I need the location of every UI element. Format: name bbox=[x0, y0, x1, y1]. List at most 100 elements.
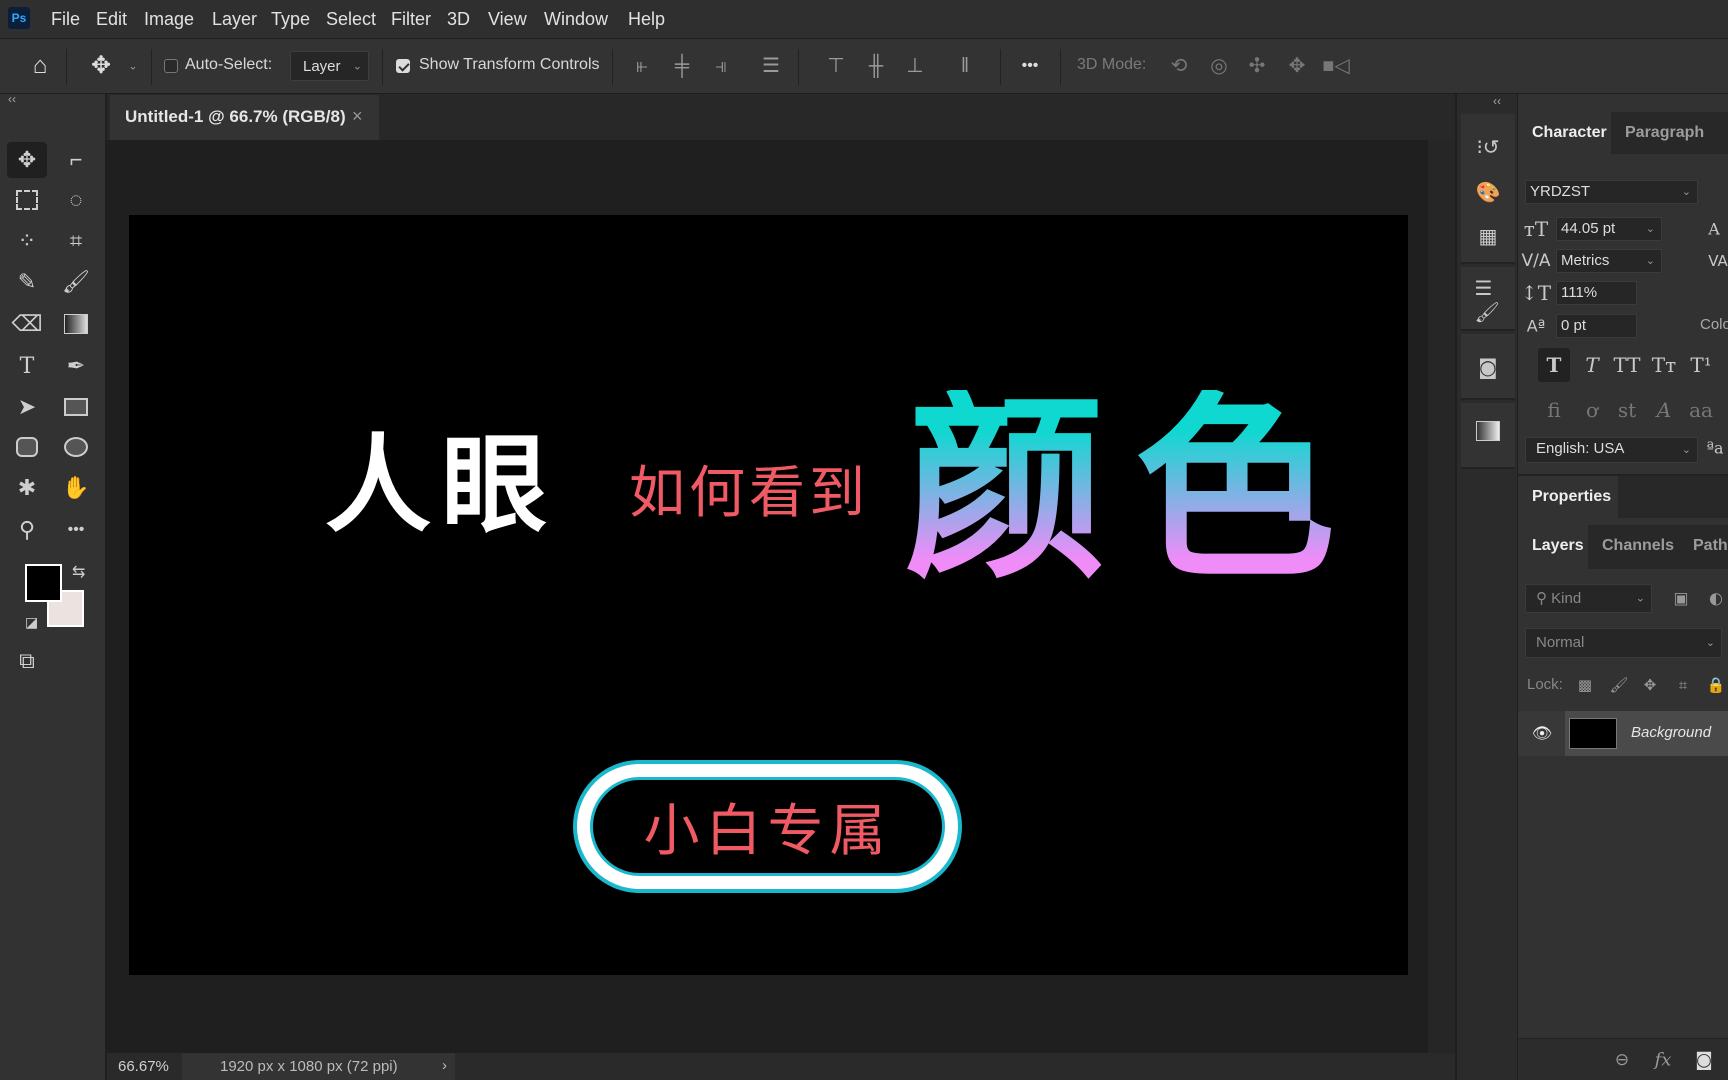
fx-icon[interactable]: fx bbox=[1655, 1050, 1672, 1071]
menu-edit[interactable]: Edit bbox=[96, 9, 127, 30]
tab-character[interactable]: Character bbox=[1518, 112, 1611, 154]
3d-slide-icon[interactable]: ✥ bbox=[1289, 56, 1306, 76]
kerning-dropdown[interactable]: Metrics ⌄ bbox=[1556, 249, 1662, 273]
3d-roll-icon[interactable]: ◎ bbox=[1210, 56, 1227, 76]
history-icon[interactable]: ⁝↺ bbox=[1476, 135, 1499, 159]
eraser-tool[interactable]: ⌫ bbox=[7, 306, 47, 342]
move-tool-icon[interactable]: ✥ bbox=[91, 54, 111, 78]
tab-paths[interactable]: Paths bbox=[1679, 525, 1728, 569]
blend-mode-dropdown[interactable]: Normal ⌄ bbox=[1525, 628, 1722, 658]
screen-mode-icon[interactable]: ⧉ bbox=[7, 643, 47, 679]
document-info-box[interactable]: 1920 px x 1080 px (72 ppi) › bbox=[182, 1053, 455, 1080]
eyedropper-tool[interactable]: ✎ bbox=[7, 264, 47, 300]
artboard-tool[interactable]: ⌐ bbox=[56, 142, 96, 178]
show-transform-checkbox[interactable] bbox=[396, 59, 410, 73]
brush-settings-icon[interactable]: ☰🖌 bbox=[1475, 276, 1502, 324]
lasso-tool[interactable]: ◌ bbox=[56, 182, 96, 218]
tab-properties[interactable]: Properties bbox=[1518, 476, 1618, 518]
more-tools-icon[interactable]: ••• bbox=[56, 512, 96, 548]
document-tab[interactable]: Untitled-1 @ 66.7% (RGB/8) × bbox=[110, 95, 379, 140]
camera-icon[interactable]: ◙ bbox=[1478, 355, 1497, 379]
menu-3d[interactable]: 3D bbox=[447, 9, 470, 30]
zoom-level[interactable]: 66.67% bbox=[118, 1058, 169, 1075]
anti-aliasing-icon[interactable]: ªa bbox=[1706, 439, 1723, 458]
more-options-button[interactable]: ••• bbox=[1022, 58, 1039, 74]
vertical-scale-field[interactable]: 111% bbox=[1556, 281, 1637, 305]
grid-icon[interactable]: ▦ bbox=[1479, 224, 1498, 248]
menu-layer[interactable]: Layer bbox=[212, 9, 257, 30]
baseline-shift-field[interactable]: 0 pt bbox=[1556, 314, 1637, 338]
tab-paragraph[interactable]: Paragraph bbox=[1611, 112, 1711, 154]
crop-tool[interactable]: ⌗ bbox=[56, 223, 96, 259]
type-tool[interactable]: T bbox=[7, 348, 47, 384]
status-menu-arrow[interactable]: › bbox=[442, 1057, 447, 1074]
chevron-down-icon[interactable]: ⌄ bbox=[128, 61, 137, 73]
ligatures-button[interactable]: ﬁ bbox=[1547, 398, 1560, 422]
marquee-tool[interactable] bbox=[7, 182, 47, 218]
zoom-tool[interactable]: ⚲ bbox=[7, 512, 47, 548]
auto-select-target-dropdown[interactable]: Layer ⌄ bbox=[290, 51, 369, 81]
swatches-palette-icon[interactable]: 🎨 bbox=[1476, 180, 1501, 204]
menu-help[interactable]: Help bbox=[628, 9, 665, 30]
3d-camera-icon[interactable]: ■◁ bbox=[1322, 56, 1349, 76]
faux-italic-button[interactable]: T bbox=[1585, 353, 1598, 377]
link-layers-icon[interactable]: ⊖ bbox=[1615, 1050, 1629, 1070]
home-icon[interactable]: ⌂ bbox=[33, 54, 48, 78]
quick-selection-tool[interactable]: ⁘ bbox=[7, 223, 47, 259]
foreground-color-swatch[interactable] bbox=[25, 564, 62, 602]
language-dropdown[interactable]: English: USA ⌄ bbox=[1525, 437, 1698, 463]
distribute-horizontal-icon[interactable]: ‖ bbox=[961, 56, 969, 76]
gradients-icon[interactable] bbox=[1476, 421, 1500, 441]
custom-shape-tool[interactable]: ✱ bbox=[7, 470, 47, 506]
small-caps-button[interactable]: Tт bbox=[1652, 353, 1676, 377]
align-left-icon[interactable]: ⫦ bbox=[636, 56, 647, 76]
align-bottom-icon[interactable]: ⊥ bbox=[906, 56, 923, 76]
tab-channels[interactable]: Channels bbox=[1588, 525, 1678, 569]
menu-type[interactable]: Type bbox=[271, 9, 310, 30]
lock-all-icon[interactable]: 🔒 bbox=[1707, 676, 1726, 694]
gradient-tool[interactable] bbox=[56, 306, 96, 342]
faux-bold-button[interactable]: T bbox=[1547, 353, 1562, 377]
default-colors-icon[interactable]: ◪ bbox=[25, 614, 38, 631]
font-size-field[interactable]: 44.05 pt ⌄ bbox=[1556, 217, 1662, 241]
align-horizontal-center-icon[interactable]: ╪ bbox=[675, 56, 689, 76]
lock-pixels-icon[interactable]: 🖌 bbox=[1609, 676, 1628, 694]
align-right-icon[interactable]: ⫣ bbox=[715, 56, 727, 76]
font-family-dropdown[interactable]: YRDZST ⌄ bbox=[1525, 180, 1698, 204]
align-vertical-center-icon[interactable]: ╫ bbox=[869, 56, 883, 76]
all-caps-button[interactable]: TT bbox=[1613, 353, 1640, 377]
eye-visibility-icon[interactable]: 👁 bbox=[1532, 724, 1552, 743]
lock-position-icon[interactable]: ✥ bbox=[1644, 676, 1657, 694]
menu-image[interactable]: Image bbox=[144, 9, 194, 30]
menu-view[interactable]: View bbox=[488, 9, 527, 30]
path-selection-tool[interactable]: ➤ bbox=[7, 389, 47, 425]
auto-select-checkbox[interactable] bbox=[164, 59, 178, 73]
add-mask-icon[interactable]: ◙ bbox=[1695, 1050, 1712, 1071]
3d-orbit-icon[interactable]: ⟲ bbox=[1171, 56, 1188, 76]
lock-transparency-icon[interactable]: ▩ bbox=[1578, 676, 1592, 694]
ellipse-tool[interactable] bbox=[56, 429, 96, 465]
menu-filter[interactable]: Filter bbox=[391, 9, 431, 30]
filter-adjustment-icon[interactable]: ◐ bbox=[1709, 589, 1723, 608]
move-tool[interactable]: ✥ bbox=[7, 142, 47, 178]
collapse-panels-button[interactable]: ‹‹ bbox=[1493, 94, 1501, 108]
pen-tool[interactable]: ✒ bbox=[56, 348, 96, 384]
close-tab-icon[interactable]: × bbox=[352, 106, 363, 127]
swap-colors-icon[interactable]: ⇆ bbox=[72, 562, 85, 582]
3d-pan-icon[interactable]: ✣ bbox=[1249, 56, 1266, 76]
layer-filter-kind-dropdown[interactable]: ⚲ Kind ⌄ bbox=[1525, 584, 1652, 613]
filter-image-icon[interactable]: ▣ bbox=[1673, 589, 1688, 608]
old-style-button[interactable]: ơ bbox=[1586, 398, 1598, 422]
menu-window[interactable]: Window bbox=[544, 9, 608, 30]
distribute-vertical-icon[interactable]: ☰ bbox=[762, 56, 780, 76]
brush-tool[interactable]: 🖌 bbox=[56, 264, 96, 300]
menu-file[interactable]: File bbox=[51, 9, 80, 30]
lock-artboard-icon[interactable]: ⌗ bbox=[1679, 676, 1687, 694]
vertical-scrollbar[interactable] bbox=[1428, 140, 1455, 1053]
discretionary-ligatures-button[interactable]: st bbox=[1618, 398, 1636, 422]
tab-layers[interactable]: Layers bbox=[1518, 525, 1588, 569]
rounded-rectangle-tool[interactable] bbox=[7, 429, 47, 465]
stylistic-alternates-button[interactable]: aa bbox=[1689, 398, 1713, 422]
align-top-icon[interactable]: ⊤ bbox=[827, 56, 844, 76]
document-canvas[interactable]: 人眼 如何看到 颜色 小白专属 bbox=[129, 215, 1408, 975]
